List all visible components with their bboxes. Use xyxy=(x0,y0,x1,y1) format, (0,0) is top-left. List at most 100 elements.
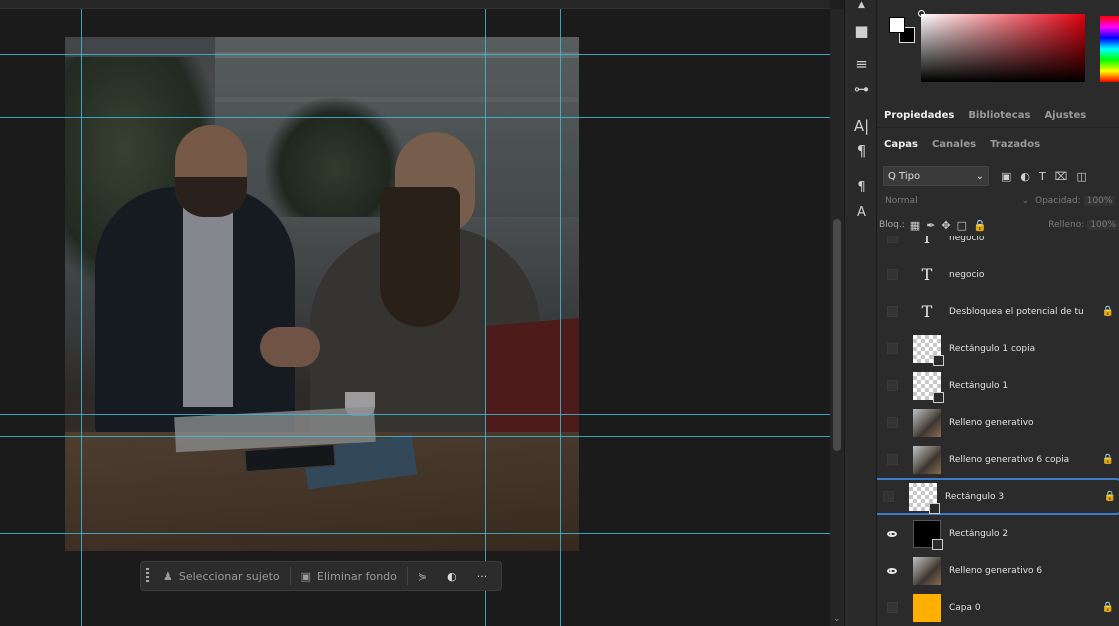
layer-thumbnail[interactable] xyxy=(913,556,941,585)
layer-name[interactable]: Rectángulo 1 copia xyxy=(949,344,1097,354)
blend-mode-select[interactable]: Normal ⌄ xyxy=(883,196,1031,206)
layer-name[interactable]: negocio xyxy=(949,270,1097,280)
layer-name[interactable]: Capa 0 xyxy=(949,603,1097,613)
drag-handle-icon[interactable] xyxy=(141,562,153,590)
layer-name[interactable]: Rectángulo 1 xyxy=(949,381,1097,391)
character-text-icon[interactable]: A| xyxy=(845,117,878,135)
layer-row[interactable]: Tnegocio xyxy=(877,256,1119,293)
guide-horizontal[interactable] xyxy=(0,117,830,118)
person-icon: ♟ xyxy=(163,569,173,583)
collapse-arrow-icon[interactable]: ▲ xyxy=(845,0,878,10)
layer-row[interactable]: Rectángulo 2 xyxy=(877,515,1119,552)
text-layer-icon[interactable]: T xyxy=(913,236,941,252)
tab-channels[interactable]: Canales xyxy=(925,139,983,150)
layer-name[interactable]: Relleno generativo 6 copia xyxy=(949,455,1097,465)
lock-all-icon[interactable]: 🔒 xyxy=(973,219,987,232)
tab-layers[interactable]: Capas xyxy=(877,139,925,150)
tab-adjustments[interactable]: Ajustes xyxy=(1037,110,1093,121)
layer-visibility-toggle[interactable] xyxy=(877,441,907,478)
layer-visibility-toggle[interactable] xyxy=(877,256,907,293)
layer-row[interactable]: Tnegocio xyxy=(877,236,1119,256)
shape-layer-filter-icon[interactable]: ⌧ xyxy=(1055,170,1068,183)
layer-thumbnail[interactable] xyxy=(909,482,940,514)
lock-transparent-pixels-icon[interactable]: ▦ xyxy=(910,219,920,232)
layer-row[interactable]: T Desbloquea el potencial de tu 🔒 xyxy=(877,293,1119,330)
layer-thumbnail[interactable] xyxy=(913,593,941,622)
brush-settings-icon[interactable]: ≡ xyxy=(845,55,878,73)
layer-visibility-toggle[interactable] xyxy=(877,236,907,256)
layer-thumbnail[interactable] xyxy=(913,408,941,437)
guide-horizontal[interactable] xyxy=(0,533,830,534)
text-layer-icon[interactable]: T xyxy=(913,261,941,289)
layer-name[interactable]: Relleno generativo xyxy=(949,418,1097,428)
smart-object-filter-icon[interactable]: ◫ xyxy=(1076,170,1086,183)
layer-name[interactable]: negocio xyxy=(949,236,1097,243)
canvas-vertical-scrollbar[interactable]: ⌄ xyxy=(830,9,844,626)
tab-properties[interactable]: Propiedades xyxy=(877,110,961,121)
visibility-off-box xyxy=(882,491,894,502)
layer-row[interactable]: Rectángulo 1 xyxy=(877,367,1119,404)
layer-visibility-toggle[interactable] xyxy=(877,404,907,441)
layer-visibility-toggle[interactable] xyxy=(877,589,907,626)
comment-icon[interactable]: ■ xyxy=(845,22,878,40)
more-options-button[interactable]: ··· xyxy=(467,562,498,590)
layer-visibility-toggle[interactable] xyxy=(877,478,903,515)
layer-row[interactable]: Capa 0 🔒 xyxy=(877,589,1119,626)
layer-thumbnail[interactable] xyxy=(913,334,944,366)
layer-thumbnail[interactable] xyxy=(913,445,941,474)
layer-name[interactable]: Relleno generativo 6 xyxy=(949,566,1097,576)
document-canvas-area[interactable]: ♟ Seleccionar sujeto ▣ Eliminar fondo ⋟ … xyxy=(0,0,830,626)
layer-row[interactable]: Relleno generativo xyxy=(877,404,1119,441)
pixel-layer-filter-icon[interactable]: ▣ xyxy=(1001,170,1011,183)
layer-name[interactable]: Rectángulo 2 xyxy=(949,529,1097,539)
layer-visibility-toggle[interactable] xyxy=(877,515,907,552)
paragraph-styles-icon[interactable]: ¶ xyxy=(845,180,878,195)
transform-button[interactable]: ⋟ xyxy=(408,562,437,590)
guide-vertical[interactable] xyxy=(81,9,82,626)
adjustment-button[interactable]: ◐ xyxy=(437,562,467,590)
layer-name[interactable]: Rectángulo 3 xyxy=(945,492,1099,502)
opacity-input[interactable]: 100% xyxy=(1083,196,1116,206)
adjustments-sliders-icon[interactable]: ⊶ xyxy=(845,80,878,98)
layer-row[interactable]: Relleno generativo 6 xyxy=(877,552,1119,589)
paragraph-icon[interactable]: ¶ xyxy=(845,142,878,160)
layer-row[interactable]: Rectángulo 1 copia xyxy=(877,330,1119,367)
text-layer-icon[interactable]: T xyxy=(913,298,941,326)
layer-visibility-toggle[interactable] xyxy=(877,330,907,367)
fill-input[interactable]: 100% xyxy=(1087,220,1119,230)
scrollbar-thumb[interactable] xyxy=(833,219,841,451)
type-layer-filter-icon[interactable]: T xyxy=(1039,170,1046,183)
tab-libraries[interactable]: Bibliotecas xyxy=(961,110,1037,121)
layer-name[interactable]: Desbloquea el potencial de tu xyxy=(949,307,1097,317)
guide-vertical[interactable] xyxy=(560,9,561,626)
select-subject-button[interactable]: ♟ Seleccionar sujeto xyxy=(153,562,290,590)
layer-visibility-toggle[interactable] xyxy=(877,293,907,330)
layer-row[interactable]: Relleno generativo 6 copia 🔒 xyxy=(877,441,1119,478)
layer-visibility-toggle[interactable] xyxy=(877,552,907,589)
color-picker-cursor[interactable] xyxy=(918,10,925,17)
canvas-photo-handshake[interactable] xyxy=(65,37,579,551)
guide-horizontal[interactable] xyxy=(0,54,830,55)
blend-mode-value: Normal xyxy=(885,196,918,206)
tab-paths[interactable]: Trazados xyxy=(983,139,1047,150)
layer-filter-select[interactable]: Q Tipo ⌄ xyxy=(883,166,989,186)
lock-position-icon[interactable]: ✥ xyxy=(941,219,950,232)
lock-image-pixels-icon[interactable]: ✒ xyxy=(926,219,935,232)
hue-slider[interactable] xyxy=(1100,16,1119,82)
remove-background-button[interactable]: ▣ Eliminar fondo xyxy=(291,562,407,590)
lock-artboard-icon[interactable]: □ xyxy=(957,219,967,232)
layer-thumbnail[interactable] xyxy=(913,371,944,403)
foreground-color-swatch[interactable] xyxy=(889,17,905,33)
layer-thumbnail[interactable] xyxy=(913,519,943,550)
top-ruler xyxy=(0,0,830,9)
scroll-down-arrow-icon[interactable]: ⌄ xyxy=(833,614,841,624)
color-saturation-field[interactable] xyxy=(921,14,1085,82)
adjustment-layer-filter-icon[interactable]: ◐ xyxy=(1020,170,1030,183)
guide-horizontal[interactable] xyxy=(0,414,830,415)
guide-vertical[interactable] xyxy=(485,9,486,626)
guide-horizontal[interactable] xyxy=(0,436,830,437)
layer-visibility-toggle[interactable] xyxy=(877,367,907,404)
visibility-off-box xyxy=(886,602,898,613)
layer-row[interactable]: Rectángulo 3 🔒 xyxy=(877,478,1119,515)
character-styles-icon[interactable]: A xyxy=(845,205,878,220)
